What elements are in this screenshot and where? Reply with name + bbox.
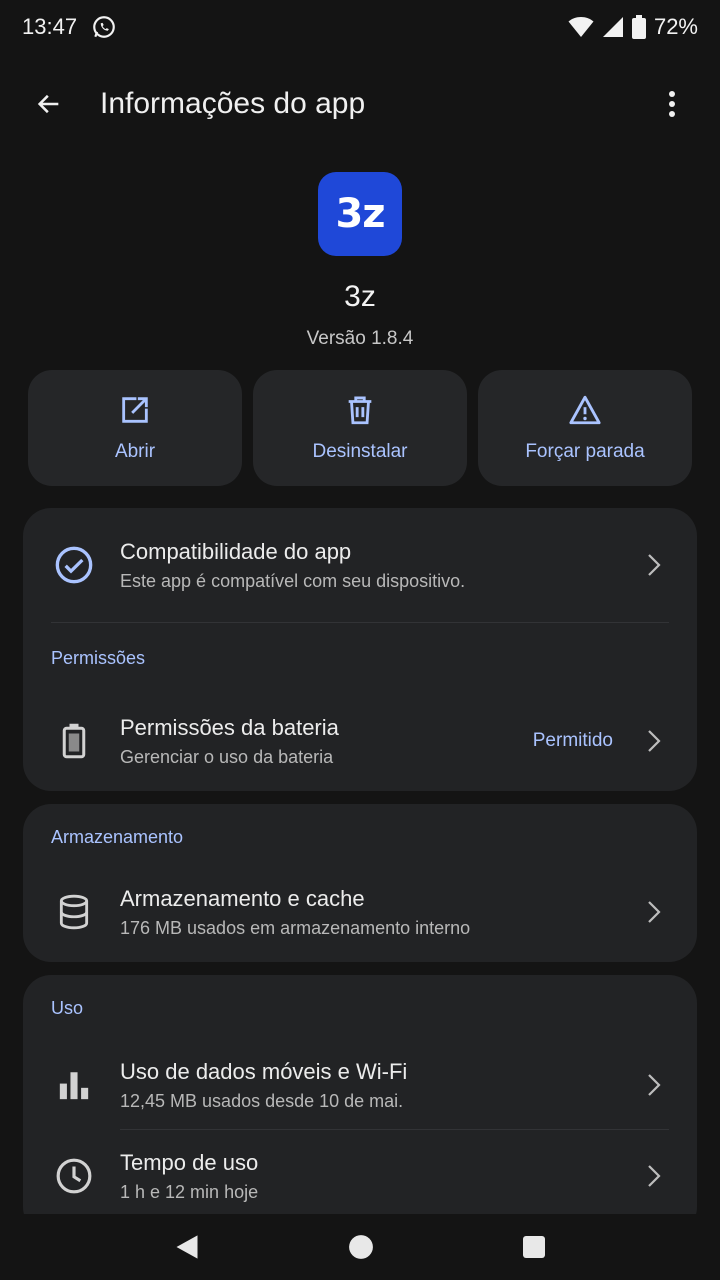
- chevron-right-icon: [647, 1164, 661, 1188]
- nav-home-button[interactable]: [348, 1234, 374, 1260]
- usage-section-title: Uso: [51, 997, 84, 1018]
- uninstall-button[interactable]: Desinstalar: [253, 370, 467, 486]
- wifi-icon: [568, 16, 594, 38]
- battery-permissions-value: Permitido: [532, 730, 613, 751]
- page-title: Informações do app: [100, 87, 366, 120]
- status-time: 13:47: [22, 14, 78, 39]
- screen-time-item[interactable]: Tempo de uso 1 h e 12 min hoje: [23, 1130, 697, 1222]
- app-version: Versão 1.8.4: [306, 328, 414, 349]
- open-external-icon: [118, 393, 152, 427]
- battery-permissions-title: Permissões da bateria: [120, 714, 339, 740]
- battery-icon: [631, 15, 646, 39]
- check-circle-icon: [53, 544, 95, 586]
- data-usage-item[interactable]: Uso de dados móveis e Wi-Fi 12,45 MB usa…: [23, 1041, 697, 1129]
- compat-subtitle: Este app é compatível com seu dispositiv…: [120, 570, 466, 591]
- app-header: 3z 3z Versão 1.8.4: [0, 172, 720, 350]
- screen-time-title: Tempo de uso: [120, 1149, 259, 1175]
- app-compatibility-item[interactable]: Compatibilidade do app Este app é compat…: [23, 508, 697, 622]
- database-icon: [53, 891, 95, 933]
- permissions-section-title: Permissões: [51, 647, 146, 668]
- usage-card: Uso Uso de dados móveis e Wi-Fi 12,45 MB…: [23, 975, 697, 1235]
- app-icon: 3z: [318, 172, 402, 256]
- storage-section-title: Armazenamento: [51, 826, 184, 847]
- chevron-right-icon: [647, 729, 661, 753]
- cell-signal-icon: [602, 16, 624, 38]
- chevron-right-icon: [647, 900, 661, 924]
- data-usage-title: Uso de dados móveis e Wi-Fi: [120, 1058, 408, 1084]
- compat-permissions-card: Compatibilidade do app Este app é compat…: [23, 508, 697, 791]
- warning-icon: [567, 393, 603, 427]
- compat-title: Compatibilidade do app: [120, 538, 352, 564]
- battery-permissions-item[interactable]: Permissões da bateria Gerenciar o uso da…: [23, 693, 697, 789]
- chevron-right-icon: [647, 1073, 661, 1097]
- storage-cache-subtitle: 176 MB usados em armazenamento interno: [120, 917, 471, 938]
- nav-back-button[interactable]: [174, 1233, 200, 1261]
- more-options-button[interactable]: [648, 75, 696, 133]
- storage-cache-item[interactable]: Armazenamento e cache 176 MB usados em a…: [23, 870, 697, 954]
- whatsapp-icon: [91, 14, 117, 40]
- back-button[interactable]: [20, 75, 78, 133]
- storage-card: Armazenamento Armazenamento e cache 176 …: [23, 804, 697, 962]
- clock-icon: [53, 1155, 95, 1197]
- battery-permissions-subtitle: Gerenciar o uso da bateria: [120, 746, 334, 767]
- uninstall-button-label: Desinstalar: [312, 441, 408, 462]
- force-stop-button[interactable]: Forçar parada: [478, 370, 692, 486]
- system-navigation-bar: [0, 1214, 720, 1280]
- data-usage-subtitle: 12,45 MB usados desde 10 de mai.: [120, 1090, 404, 1111]
- app-name: 3z: [344, 280, 376, 313]
- screen-time-subtitle: 1 h e 12 min hoje: [120, 1181, 259, 1202]
- bar-chart-icon: [53, 1064, 95, 1106]
- force-stop-button-label: Forçar parada: [525, 441, 645, 462]
- open-button[interactable]: Abrir: [28, 370, 242, 486]
- status-bar: 13:47 72%: [0, 0, 720, 54]
- trash-icon: [343, 393, 377, 427]
- arrow-back-icon: [35, 90, 63, 118]
- battery-percentage: 72%: [653, 14, 698, 39]
- nav-recents-button[interactable]: [522, 1235, 546, 1259]
- more-vert-icon: [668, 90, 676, 118]
- open-button-label: Abrir: [114, 441, 156, 462]
- storage-cache-title: Armazenamento e cache: [120, 885, 365, 911]
- action-buttons: Abrir Desinstalar Forçar parada: [28, 370, 692, 486]
- app-bar: Informações do app: [0, 68, 720, 140]
- battery-outline-icon: [53, 720, 95, 762]
- chevron-right-icon: [647, 553, 661, 577]
